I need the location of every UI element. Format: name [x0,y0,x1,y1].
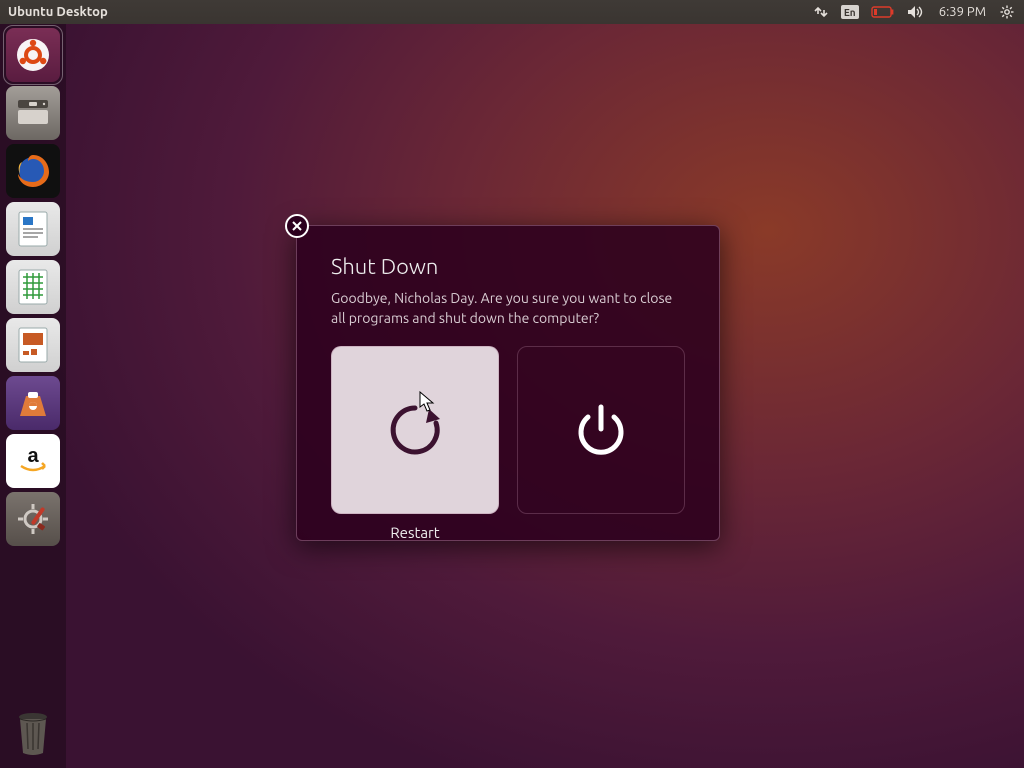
shutdown-dialog: Shut Down Goodbye, Nicholas Day. Are you… [296,225,720,541]
launcher-trash[interactable] [6,706,60,760]
trash-icon [12,709,54,757]
launcher-firefox[interactable] [6,144,60,198]
system-menu[interactable] [994,0,1020,24]
restart-icon [384,399,446,461]
impress-icon [16,325,50,365]
gear-icon [1000,5,1014,19]
svg-text:a: a [27,446,39,467]
calc-icon [16,267,50,307]
sound-indicator[interactable] [901,0,931,24]
launcher-software[interactable] [6,376,60,430]
file-manager-icon [16,98,50,128]
battery-icon [871,6,895,18]
firefox-icon [13,151,53,191]
keyboard-lang-label: En [841,5,859,19]
launcher-files[interactable] [6,86,60,140]
dialog-message: Goodbye, Nicholas Day. Are you sure you … [331,289,685,328]
launcher-writer[interactable] [6,202,60,256]
active-app-title: Ubuntu Desktop [8,5,108,19]
launcher-dash[interactable] [6,28,60,82]
dialog-title: Shut Down [331,254,685,279]
dialog-captions: Restart [331,514,685,541]
restart-label: Restart [331,524,499,541]
ubuntu-logo-icon [15,37,51,73]
volume-icon [907,5,925,19]
clock[interactable]: 6:39 PM [931,0,994,24]
close-icon [291,220,303,232]
launcher-settings[interactable] [6,492,60,546]
shutdown-button[interactable] [517,346,685,514]
dialog-close-button[interactable] [285,214,309,238]
top-panel: Ubuntu Desktop En 6:39 PM [0,0,1024,24]
shutdown-label [517,524,685,541]
network-icon [813,5,829,19]
launcher: a [0,24,66,768]
battery-indicator[interactable] [865,0,901,24]
launcher-amazon[interactable]: a [6,434,60,488]
keyboard-indicator[interactable]: En [835,0,865,24]
launcher-calc[interactable] [6,260,60,314]
launcher-impress[interactable] [6,318,60,372]
software-center-icon [16,388,50,418]
dialog-choices [331,346,685,514]
restart-button[interactable] [331,346,499,514]
settings-icon [16,502,50,536]
amazon-icon: a [15,446,51,476]
writer-icon [16,209,50,249]
power-icon [570,399,632,461]
network-indicator[interactable] [807,0,835,24]
